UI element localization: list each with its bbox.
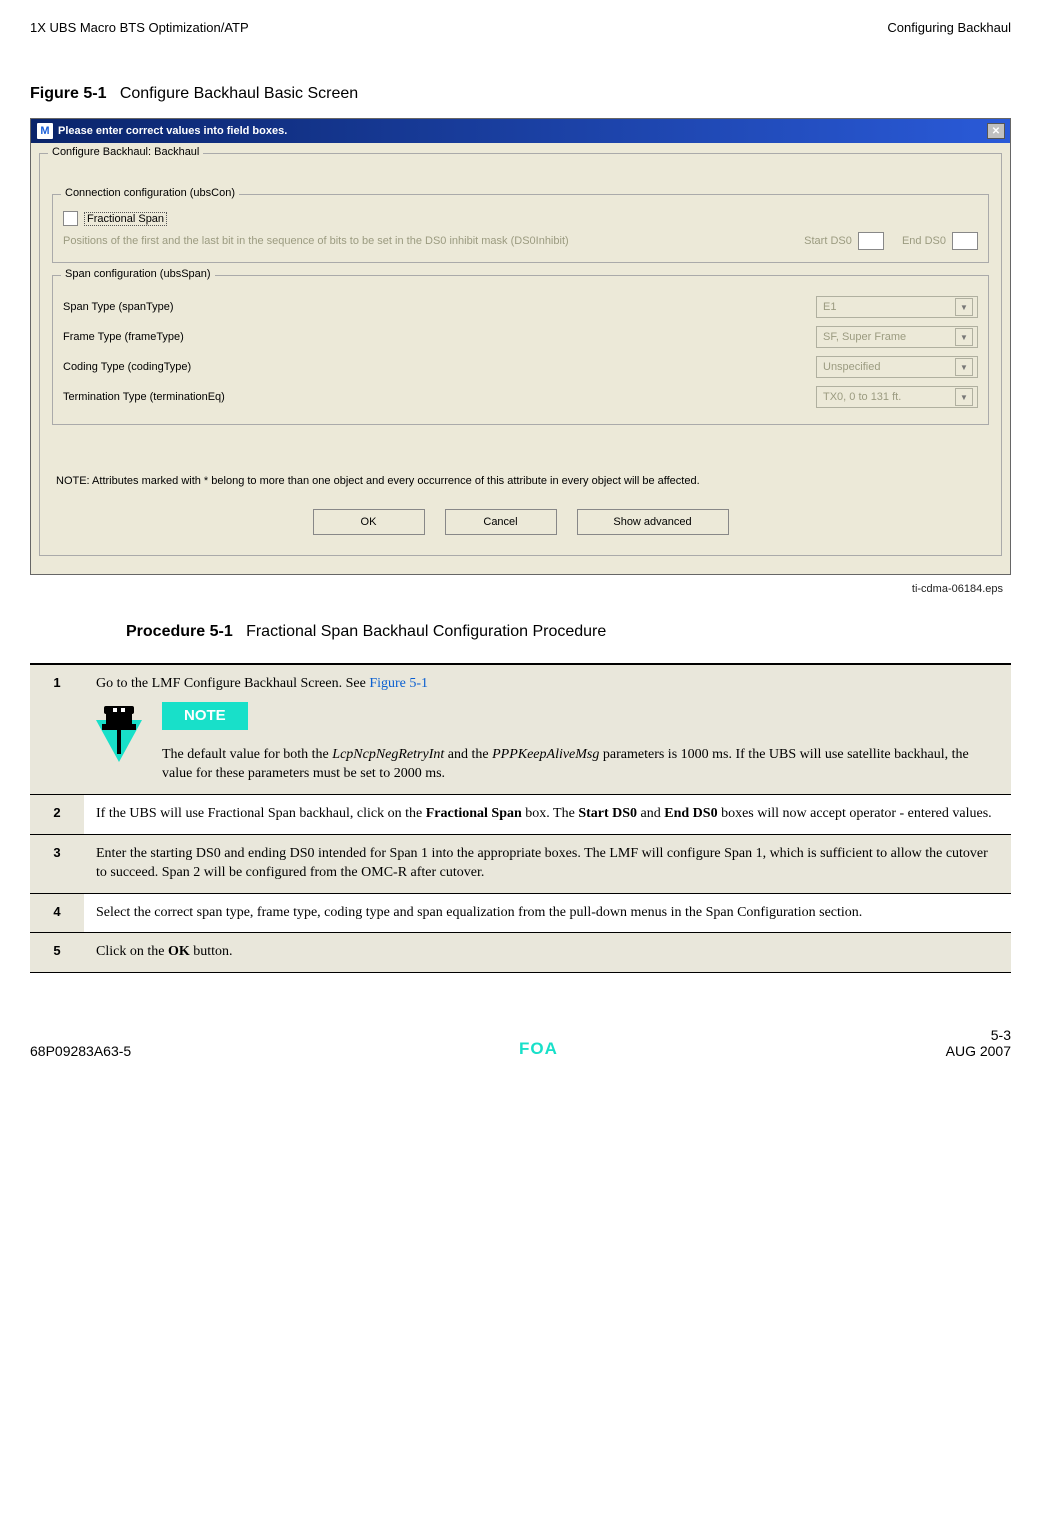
window-title: Please enter correct values into field b… bbox=[58, 125, 287, 137]
groupbox-backhaul: Configure Backhaul: Backhaul Connection … bbox=[39, 153, 1002, 556]
text: Click on the bbox=[96, 944, 168, 959]
figure-label: Figure 5-1 bbox=[30, 85, 106, 102]
step-body: Enter the starting DS0 and ending DS0 in… bbox=[84, 834, 1011, 893]
note-block: NOTE The default value for both the LcpN… bbox=[96, 702, 999, 784]
show-advanced-button[interactable]: Show advanced bbox=[577, 509, 729, 535]
foa-label: FOA bbox=[519, 1039, 558, 1059]
start-ds0-label: Start DS0 bbox=[804, 235, 852, 247]
header-right: Configuring Backhaul bbox=[887, 20, 1011, 35]
figure-title-text: Configure Backhaul Basic Screen bbox=[120, 85, 358, 102]
step-number: 4 bbox=[30, 893, 84, 933]
combo-coding-type[interactable]: Unspecified ▼ bbox=[816, 356, 978, 378]
span-legend: Span configuration (ubsSpan) bbox=[61, 268, 215, 280]
note-badge: NOTE bbox=[162, 702, 248, 730]
text: box. The bbox=[522, 806, 579, 821]
param-name: PPPKeepAliveMsg bbox=[492, 747, 599, 762]
ds0-hint-row: Positions of the first and the last bit … bbox=[63, 232, 978, 250]
step-body: If the UBS will use Fractional Span back… bbox=[84, 794, 1011, 834]
app-icon: M bbox=[36, 122, 54, 140]
step-body: Go to the LMF Configure Backhaul Screen.… bbox=[84, 664, 1011, 794]
doc-id: 68P09283A63-5 bbox=[30, 1043, 131, 1059]
end-ds0-label: End DS0 bbox=[902, 235, 946, 247]
step-body: Click on the OK button. bbox=[84, 933, 1011, 973]
combo-term-type[interactable]: TX0, 0 to 131 ft. ▼ bbox=[816, 386, 978, 408]
procedure-label: Procedure 5-1 bbox=[126, 623, 233, 640]
text: boxes will now accept operator - entered… bbox=[718, 806, 992, 821]
end-ds0-input[interactable] bbox=[952, 232, 978, 250]
chevron-down-icon: ▼ bbox=[955, 388, 973, 406]
pushpin-icon bbox=[96, 702, 142, 772]
text: If the UBS will use Fractional Span back… bbox=[96, 806, 426, 821]
page-footer: 68P09283A63-5 FOA 5-3 AUG 2007 bbox=[30, 1027, 1011, 1059]
param-name: LcpNcpNegRetryInt bbox=[332, 747, 444, 762]
header-left: 1X UBS Macro BTS Optimization/ATP bbox=[30, 20, 249, 35]
footer-date: AUG 2007 bbox=[946, 1043, 1011, 1059]
row-span-type: Span Type (spanType) E1 ▼ bbox=[63, 292, 978, 322]
procedure-caption: Procedure 5-1 Fractional Span Backhaul C… bbox=[126, 623, 1011, 641]
dialog-window: M Please enter correct values into field… bbox=[30, 118, 1011, 575]
label-term-type: Termination Type (terminationEq) bbox=[63, 391, 225, 403]
step1-intro: Go to the LMF Configure Backhaul Screen.… bbox=[96, 676, 369, 691]
figure-link[interactable]: Figure 5-1 bbox=[369, 676, 428, 691]
page-number: 5-3 bbox=[946, 1027, 1011, 1043]
close-icon[interactable]: ✕ bbox=[987, 123, 1005, 139]
note-body: The default value for both the LcpNcpNeg… bbox=[162, 746, 999, 784]
table-row: 2 If the UBS will use Fractional Span ba… bbox=[30, 794, 1011, 834]
figure-caption: Figure 5-1 Configure Backhaul Basic Scre… bbox=[30, 85, 1011, 103]
ui-ref: End DS0 bbox=[664, 806, 717, 821]
chevron-down-icon: ▼ bbox=[955, 298, 973, 316]
combo-frame-type-value: SF, Super Frame bbox=[823, 331, 906, 343]
group-connection-config: Connection configuration (ubsCon) Fracti… bbox=[52, 194, 989, 263]
table-row: 4 Select the correct span type, frame ty… bbox=[30, 893, 1011, 933]
table-row: 3 Enter the starting DS0 and ending DS0 … bbox=[30, 834, 1011, 893]
text: The default value for both the bbox=[162, 747, 332, 762]
cancel-button[interactable]: Cancel bbox=[445, 509, 557, 535]
label-coding-type: Coding Type (codingType) bbox=[63, 361, 191, 373]
fractional-span-row: Fractional Span bbox=[63, 211, 978, 226]
row-term-type: Termination Type (terminationEq) TX0, 0 … bbox=[63, 382, 978, 412]
fractional-span-label: Fractional Span bbox=[84, 212, 167, 226]
dialog-note: NOTE: Attributes marked with * belong to… bbox=[56, 475, 985, 487]
chevron-down-icon: ▼ bbox=[955, 328, 973, 346]
title-bar: M Please enter correct values into field… bbox=[31, 119, 1010, 143]
label-frame-type: Frame Type (frameType) bbox=[63, 331, 184, 343]
ui-ref: Start DS0 bbox=[578, 806, 637, 821]
groupbox-legend: Configure Backhaul: Backhaul bbox=[48, 146, 203, 158]
step-number: 2 bbox=[30, 794, 84, 834]
step-body: Select the correct span type, frame type… bbox=[84, 893, 1011, 933]
table-row: 1 Go to the LMF Configure Backhaul Scree… bbox=[30, 664, 1011, 794]
start-ds0-input[interactable] bbox=[858, 232, 884, 250]
chevron-down-icon: ▼ bbox=[955, 358, 973, 376]
combo-span-type-value: E1 bbox=[823, 301, 836, 313]
combo-span-type[interactable]: E1 ▼ bbox=[816, 296, 978, 318]
combo-term-type-value: TX0, 0 to 131 ft. bbox=[823, 391, 901, 403]
row-coding-type: Coding Type (codingType) Unspecified ▼ bbox=[63, 352, 978, 382]
connection-legend: Connection configuration (ubsCon) bbox=[61, 187, 239, 199]
procedure-table: 1 Go to the LMF Configure Backhaul Scree… bbox=[30, 663, 1011, 973]
step-number: 5 bbox=[30, 933, 84, 973]
table-row: 5 Click on the OK button. bbox=[30, 933, 1011, 973]
combo-coding-type-value: Unspecified bbox=[823, 361, 880, 373]
procedure-title-text: Fractional Span Backhaul Configuration P… bbox=[246, 623, 606, 640]
text: button. bbox=[190, 944, 233, 959]
figure-filename: ti-cdma-06184.eps bbox=[30, 583, 1003, 595]
fractional-span-checkbox[interactable] bbox=[63, 211, 78, 226]
ui-ref: OK bbox=[168, 944, 190, 959]
text: and the bbox=[444, 747, 492, 762]
ok-button[interactable]: OK bbox=[313, 509, 425, 535]
combo-frame-type[interactable]: SF, Super Frame ▼ bbox=[816, 326, 978, 348]
step-number: 1 bbox=[30, 664, 84, 794]
label-span-type: Span Type (spanType) bbox=[63, 301, 173, 313]
row-frame-type: Frame Type (frameType) SF, Super Frame ▼ bbox=[63, 322, 978, 352]
page-running-header: 1X UBS Macro BTS Optimization/ATP Config… bbox=[30, 20, 1011, 35]
button-bar: OK Cancel Show advanced bbox=[48, 501, 993, 547]
step-number: 3 bbox=[30, 834, 84, 893]
group-span-config: Span configuration (ubsSpan) Span Type (… bbox=[52, 275, 989, 425]
ds0-hint-text: Positions of the first and the last bit … bbox=[63, 235, 569, 247]
text: and bbox=[637, 806, 664, 821]
ui-ref: Fractional Span bbox=[426, 806, 522, 821]
